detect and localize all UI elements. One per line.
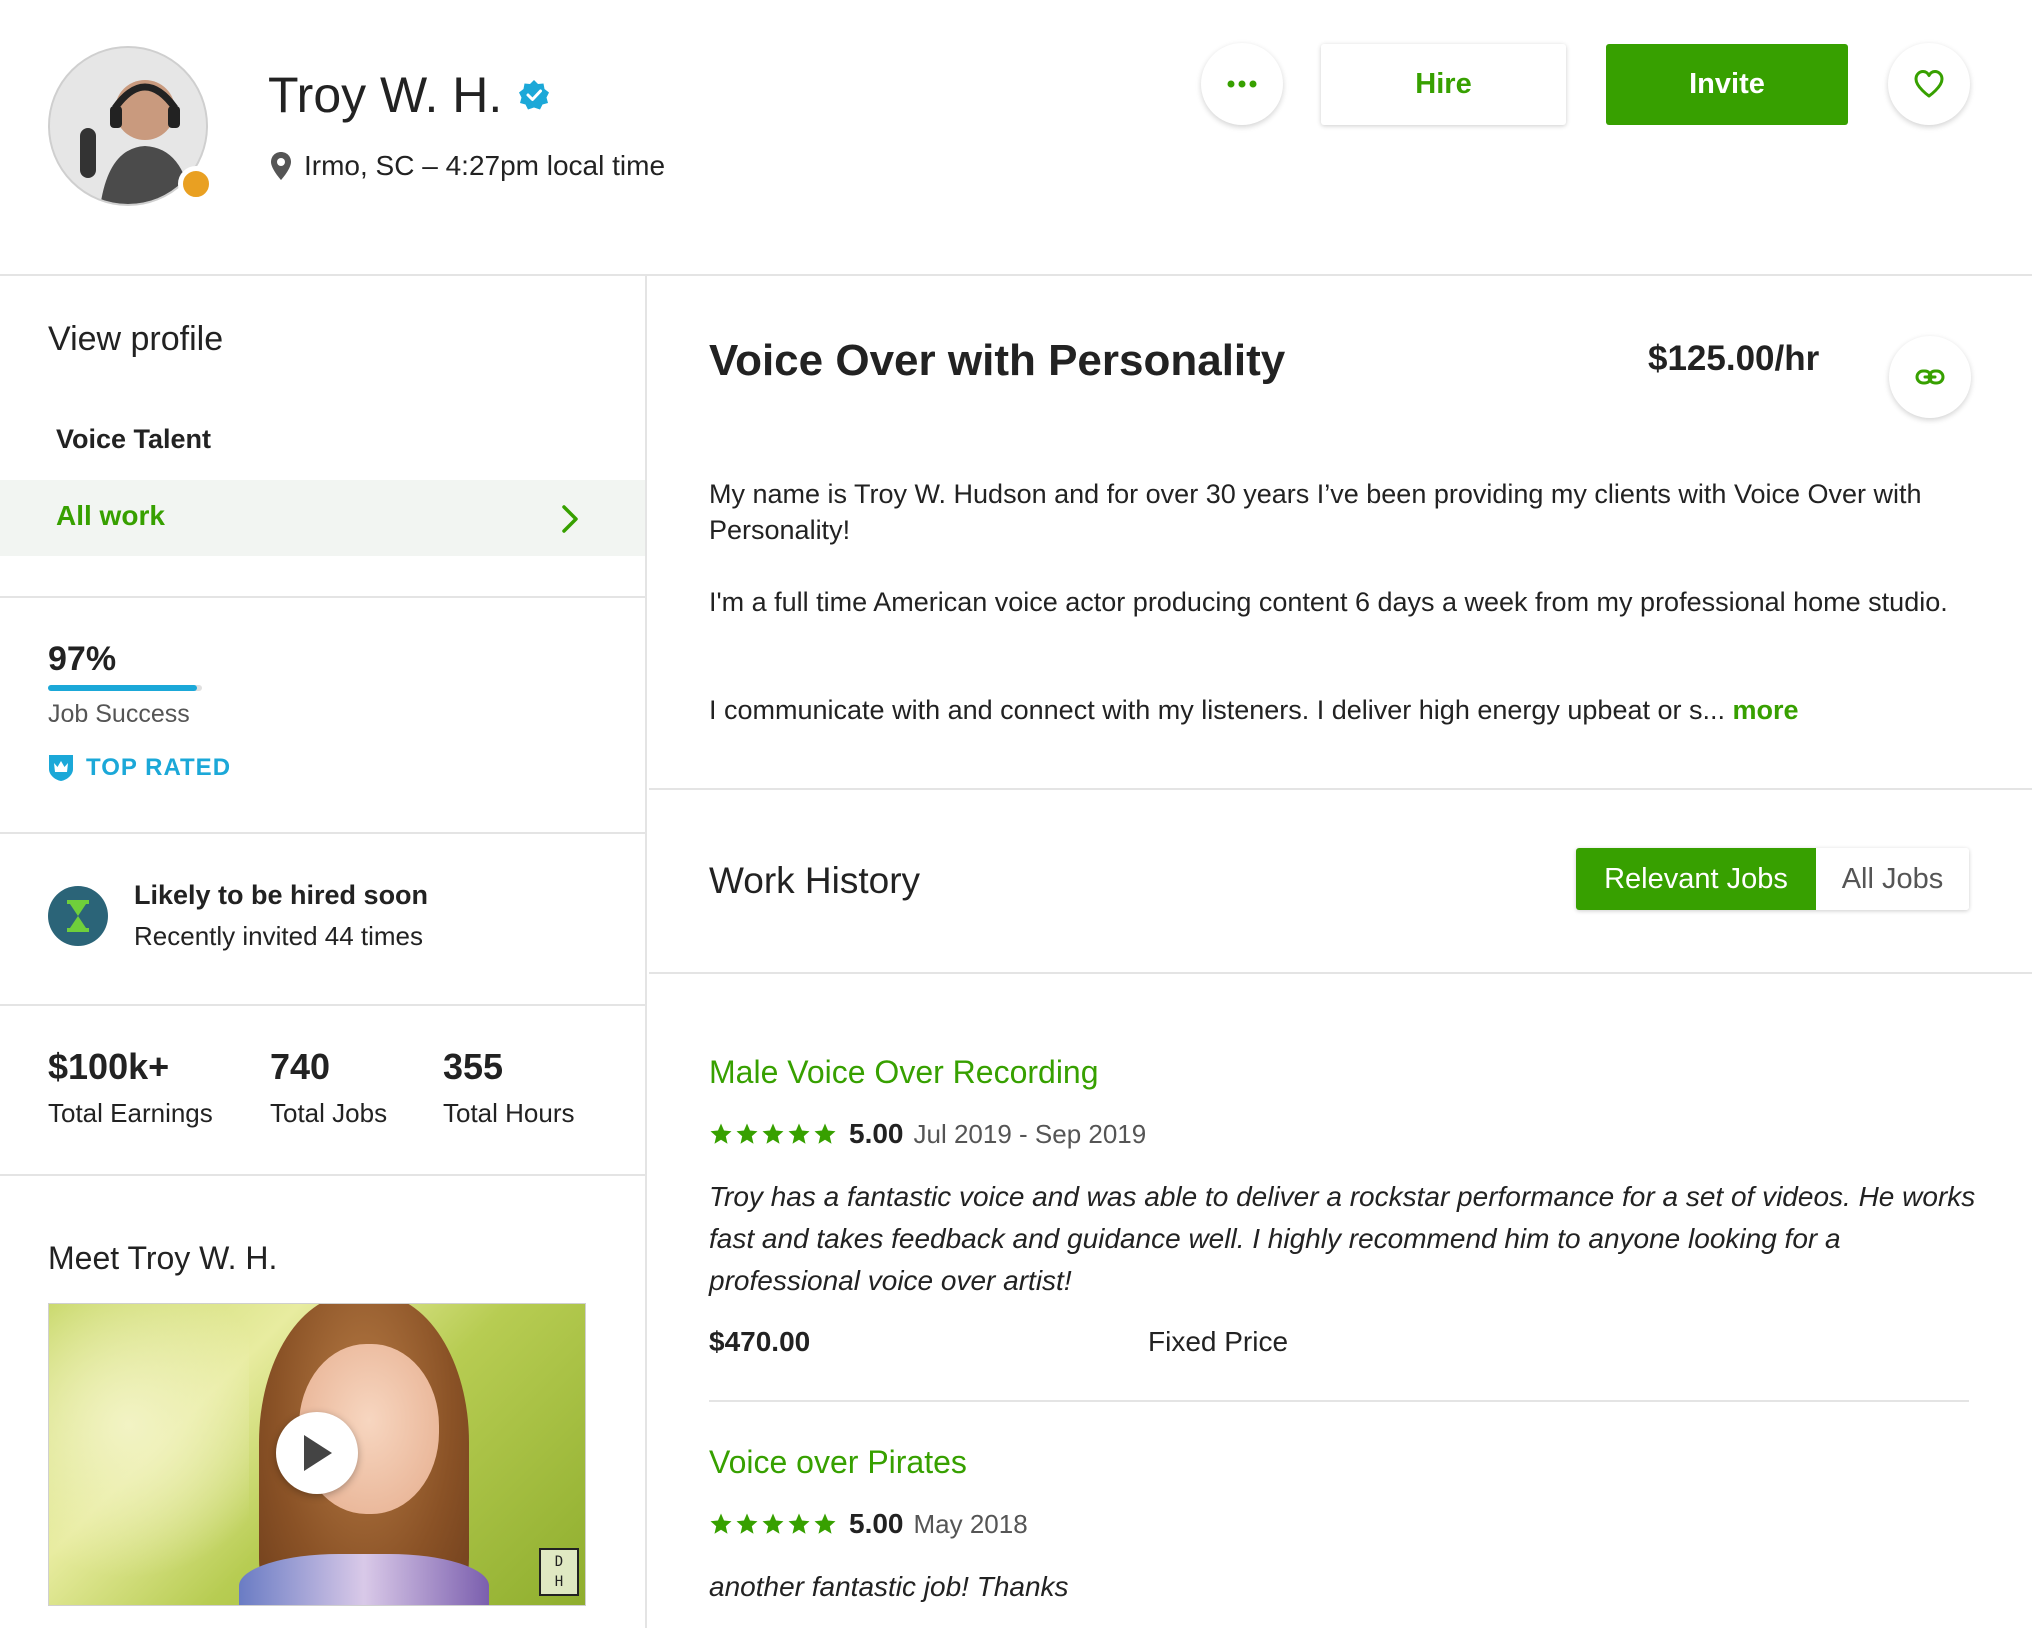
profile-header: Troy W. H. Irmo, SC – 4:27pm local time … (0, 0, 2032, 276)
star-icon (814, 1513, 836, 1534)
play-video-button[interactable] (276, 1412, 358, 1494)
all-work-label: All work (56, 500, 165, 531)
rating-stars (709, 1512, 839, 1536)
star-icon (710, 1513, 732, 1534)
link-icon (1915, 369, 1945, 385)
avatar[interactable] (48, 46, 214, 206)
divider (709, 1400, 1969, 1402)
star-icon (762, 1513, 784, 1534)
job-rating: 5.00 Jul 2019 - Sep 2019 (709, 1118, 1146, 1150)
likely-hired-title: Likely to be hired soon (134, 880, 429, 910)
video-thumbnail-highlight (49, 1304, 249, 1605)
video-thumbnail-dress (239, 1554, 489, 1605)
copy-link-button[interactable] (1889, 336, 1971, 418)
all-work-link[interactable]: All work (0, 480, 645, 556)
overview-paragraph: I'm a full time American voice actor pro… (709, 587, 1948, 617)
tab-all-jobs[interactable]: All Jobs (1816, 848, 1969, 910)
job-dates: Jul 2019 - Sep 2019 (913, 1118, 1147, 1149)
job-title-link[interactable]: Voice over Pirates (709, 1444, 967, 1481)
star-icon (762, 1123, 784, 1144)
work-history-title: Work History (709, 860, 921, 901)
video-watermark: D H (539, 1548, 579, 1596)
overview-paragraph-text: I communicate with and connect with my l… (709, 695, 1725, 725)
total-earnings-value: $100k+ (48, 1046, 170, 1087)
star-icon (788, 1123, 810, 1144)
more-dots-icon (1227, 80, 1257, 88)
specialized-profile-link[interactable]: Voice Talent (56, 424, 211, 455)
rating-score: 5.00 (849, 1118, 904, 1149)
job-review: Troy has a fantastic voice and was able … (709, 1181, 1976, 1296)
star-icon (736, 1123, 758, 1144)
chevron-right-icon (562, 505, 578, 533)
star-icon (814, 1123, 836, 1144)
freelancer-name: Troy W. H. (268, 66, 550, 124)
job-rating: 5.00 May 2018 (709, 1508, 1028, 1540)
location-text: Irmo, SC – 4:27pm local time (304, 150, 666, 181)
job-dates: May 2018 (913, 1508, 1028, 1539)
work-history-tabs: Relevant Jobs All Jobs (1576, 848, 1969, 910)
divider (0, 1174, 645, 1176)
freelancer-name-text: Troy W. H. (268, 67, 503, 123)
job-amount: $470.00 (709, 1326, 811, 1357)
job-success-percentage: 97% (48, 640, 117, 678)
location: Irmo, SC – 4:27pm local time (270, 150, 665, 182)
video-watermark-top: D (554, 1554, 564, 1570)
star-icon (788, 1513, 810, 1534)
profile-main: Voice Over with Personality $125.00/hr M… (649, 276, 2032, 1628)
tab-relevant-jobs[interactable]: Relevant Jobs (1576, 848, 1816, 910)
location-pin-icon (271, 152, 291, 180)
hourglass-icon (48, 886, 108, 946)
job-contract-type: Fixed Price (1148, 1326, 1289, 1357)
total-hours-value: 355 (443, 1046, 504, 1087)
top-rated-badge[interactable]: TOP RATED (48, 754, 231, 782)
total-jobs-label: Total Jobs (270, 1098, 388, 1128)
total-hours-label: Total Hours (443, 1098, 575, 1128)
divider (0, 832, 645, 834)
overview-paragraph: My name is Troy W. Hudson and for over 3… (709, 479, 1922, 545)
view-profile-heading: View profile (48, 320, 224, 358)
rating-score: 5.00 (849, 1508, 904, 1539)
hire-button[interactable]: Hire (1321, 44, 1566, 125)
top-rated-badge-icon (49, 755, 73, 781)
total-jobs-value: 740 (270, 1046, 331, 1087)
job-success-bar (48, 685, 202, 691)
online-status-dot (178, 166, 214, 202)
heart-icon (1914, 70, 1944, 98)
overview-paragraph-truncated: I communicate with and connect with my l… (709, 692, 1969, 728)
verified-badge-icon (519, 80, 550, 110)
intro-video[interactable]: D H (48, 1303, 586, 1606)
job-title-link[interactable]: Male Voice Over Recording (709, 1054, 1099, 1091)
profile-title: Voice Over with Personality (709, 336, 1286, 385)
job-success-label: Job Success (48, 700, 190, 728)
total-earnings-label: Total Earnings (48, 1098, 213, 1128)
more-link[interactable]: more (1733, 695, 1799, 725)
star-icon (710, 1123, 732, 1144)
job-review: another fantastic job! Thanks (709, 1571, 1069, 1602)
rating-stars (709, 1122, 839, 1146)
top-rated-label: TOP RATED (86, 754, 232, 781)
more-options-button[interactable] (1201, 43, 1283, 125)
divider (649, 788, 2032, 790)
play-icon (304, 1435, 332, 1471)
divider (649, 972, 2032, 974)
likely-hired-subtitle: Recently invited 44 times (134, 921, 424, 951)
invite-button[interactable]: Invite (1606, 44, 1848, 125)
save-favorite-button[interactable] (1888, 43, 1970, 125)
video-watermark-bottom: H (554, 1574, 564, 1590)
job-success-bar-fill (48, 685, 198, 691)
hourly-rate: $125.00/hr (1648, 339, 1820, 378)
star-icon (736, 1513, 758, 1534)
divider (0, 1004, 645, 1006)
profile-sidebar: View profile Voice Talent All work 97% J… (0, 276, 647, 1628)
divider (0, 596, 645, 598)
meet-freelancer-heading: Meet Troy W. H. (48, 1240, 278, 1276)
